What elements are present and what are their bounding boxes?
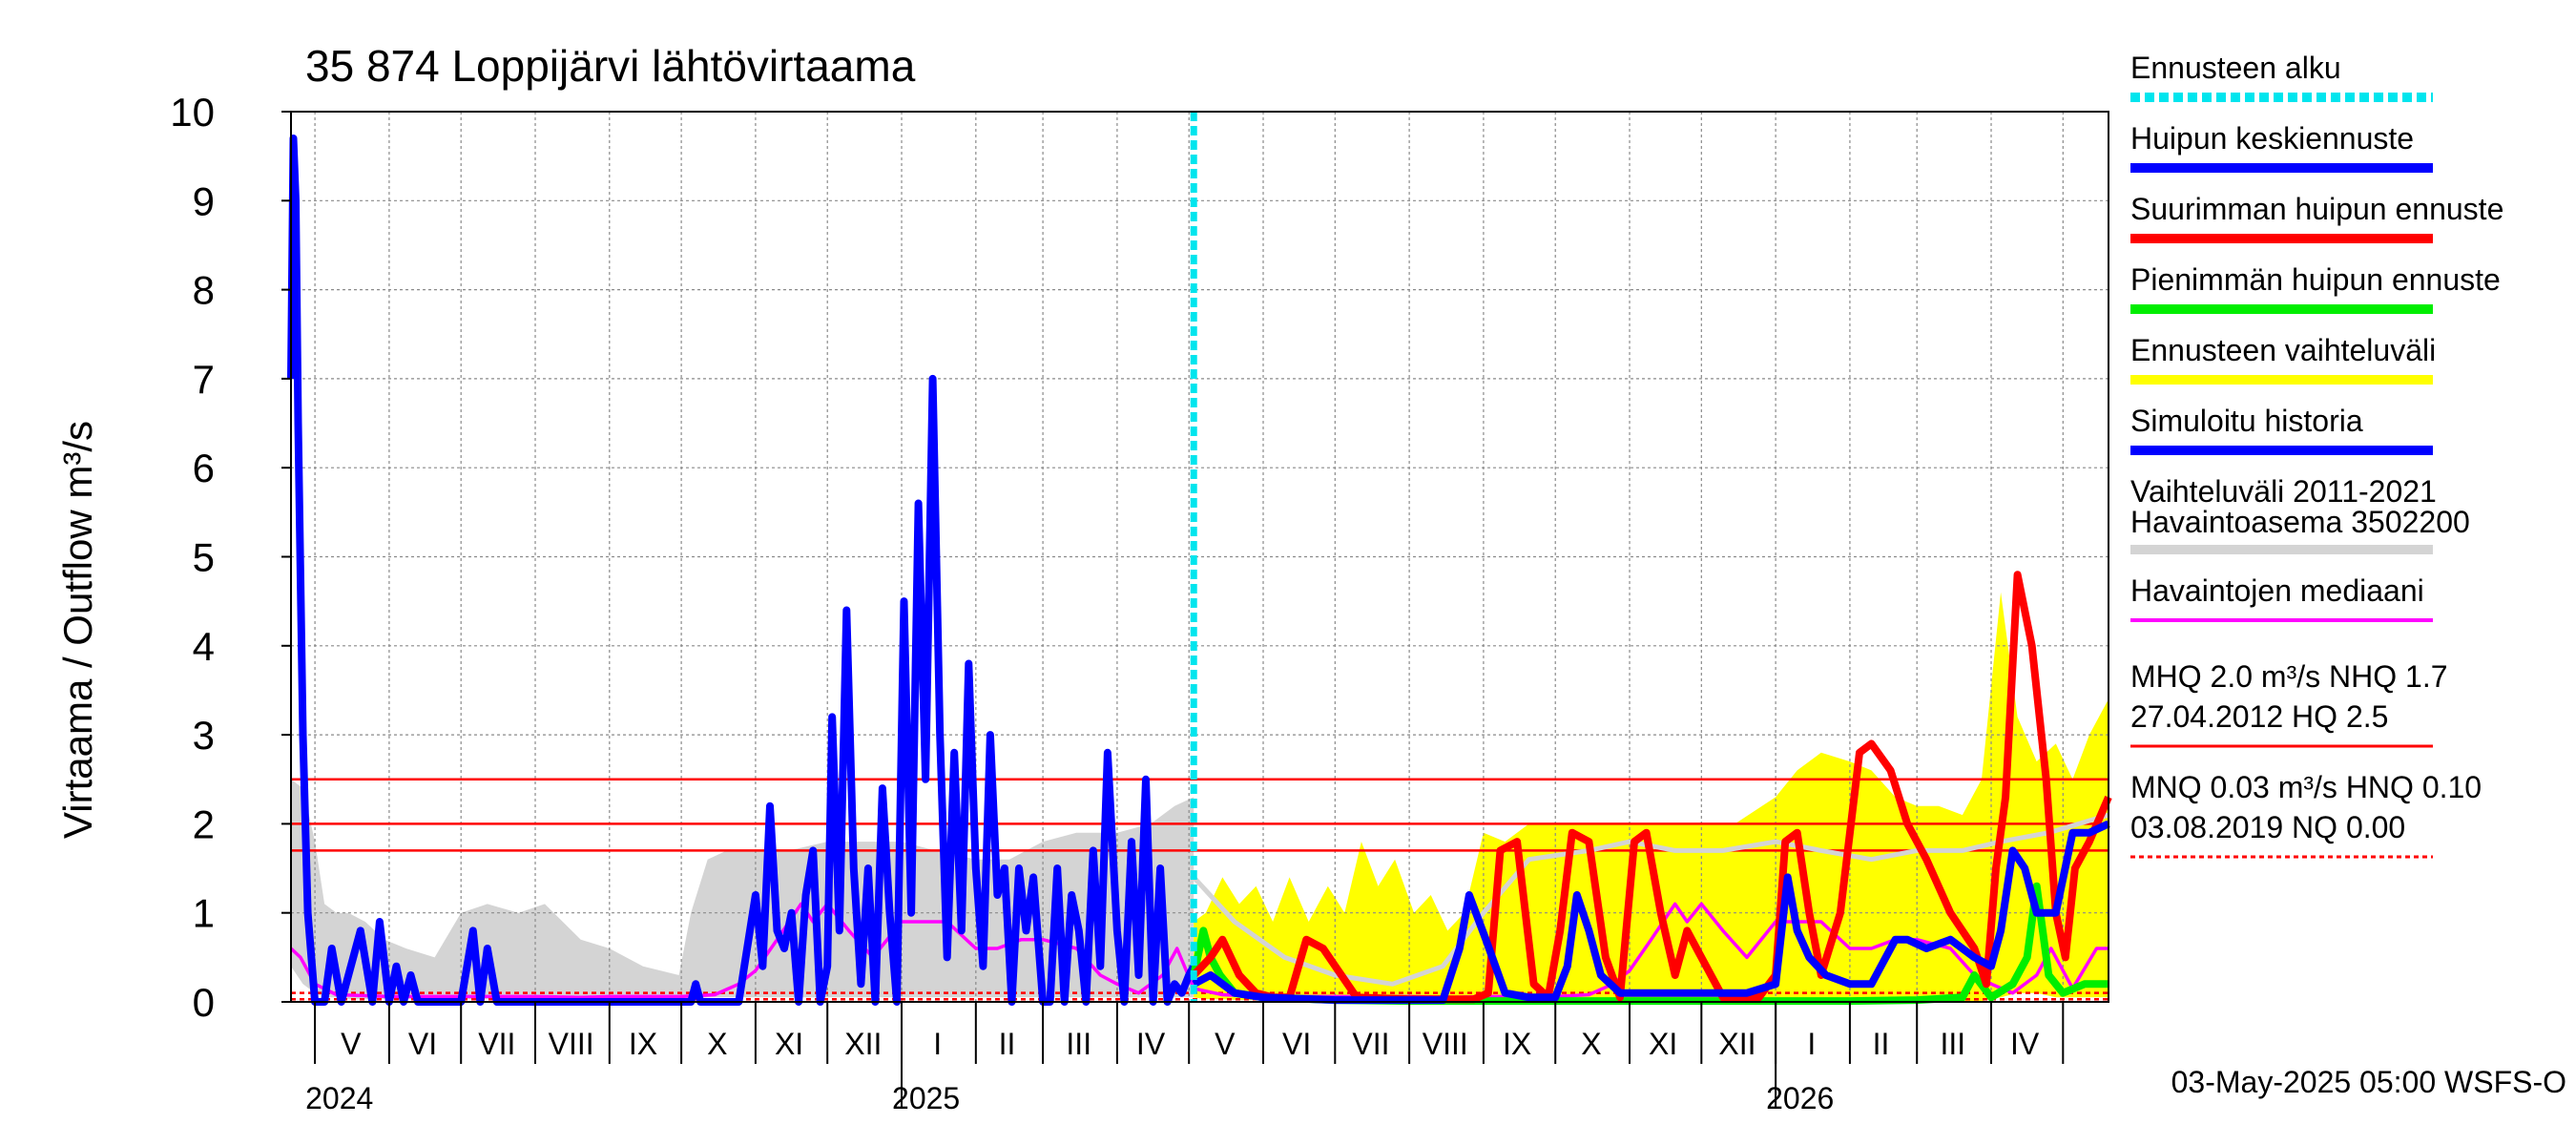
x-month-label-18: XI [1649, 1027, 1677, 1061]
legend-label-3: Pienimmän huipun ennuste [2130, 262, 2501, 297]
x-year-label-1: 2025 [892, 1081, 960, 1115]
legend: Ennusteen alku Huipun keskiennuste Suurimm… [2130, 51, 2503, 622]
legend-label2-6: Havaintoasema 3502200 [2130, 505, 2470, 539]
legend-label-6: Vaihteluväli 2011-2021 [2130, 474, 2437, 509]
x-year-label-0: 2024 [305, 1081, 373, 1115]
y-tick-label-0: 0 [193, 980, 215, 1025]
y-axis-ticks: 0 1 2 3 4 5 6 7 8 9 10 [170, 90, 291, 1025]
x-month-label-15: VIII [1423, 1027, 1468, 1061]
x-month-label-12: V [1215, 1027, 1236, 1061]
x-month-label-0: V [341, 1027, 362, 1061]
y-tick-label-6: 6 [193, 446, 215, 490]
x-month-label-14: VII [1352, 1027, 1389, 1061]
y-axis-label: Virtaama / Outflow m³/s [55, 421, 100, 839]
x-month-label-10: III [1066, 1027, 1091, 1061]
legend-label-0: Ennusteen alku [2130, 51, 2341, 85]
x-month-label-1: VI [408, 1027, 437, 1061]
y-tick-label-9: 9 [193, 178, 215, 223]
stats-mnq-line: MNQ 0.03 m³/s HNQ 0.10 [2130, 770, 2482, 804]
x-month-label-19: XII [1718, 1027, 1755, 1061]
y-tick-label-2: 2 [193, 802, 215, 846]
legend-label-7: Havaintojen mediaani [2130, 573, 2424, 608]
y-tick-label-8: 8 [193, 268, 215, 313]
x-month-label-11: IV [1136, 1027, 1166, 1061]
legend-label-2: Suurimman huipun ennuste [2130, 192, 2503, 226]
y-tick-label-10: 10 [170, 90, 215, 135]
x-year-label-2: 2026 [1766, 1081, 1834, 1115]
x-axis: V VI VII VIII IX X XI XII I II III IV V VI VII VIII IX X X… [305, 1002, 2065, 1115]
stats-hq-line: 27.04.2012 HQ 2.5 [2130, 699, 2388, 734]
x-month-label-9: II [999, 1027, 1016, 1061]
x-month-label-3: VIII [549, 1027, 594, 1061]
x-month-label-4: IX [629, 1027, 657, 1061]
stats-nq-line: 03.08.2019 NQ 0.00 [2130, 810, 2405, 844]
x-month-label-2: VII [478, 1027, 515, 1061]
y-tick-label-5: 5 [193, 535, 215, 580]
legend-label-1: Huipun keskiennuste [2130, 121, 2414, 156]
x-month-label-7: XII [844, 1027, 882, 1061]
statistics-block: MHQ 2.0 m³/s NHQ 1.7 27.04.2012 HQ 2.5 MNQ… [2130, 659, 2482, 859]
flow-chart: 35 874 Loppijärvi lähtövirtaama Virtaama… [55, 41, 2566, 1115]
stats-mhq-line: MHQ 2.0 m³/s NHQ 1.7 [2130, 659, 2448, 694]
x-month-label-16: IX [1503, 1027, 1531, 1061]
x-month-label-20: I [1807, 1027, 1816, 1061]
chart-title: 35 874 Loppijärvi lähtövirtaama [305, 41, 916, 91]
x-month-label-5: X [707, 1027, 727, 1061]
x-month-label-22: III [1941, 1027, 1966, 1061]
x-month-label-23: IV [2010, 1027, 2040, 1061]
legend-label-4: Ennusteen vaihteluväli [2130, 333, 2436, 367]
x-month-label-6: XI [775, 1027, 803, 1061]
y-tick-label-1: 1 [193, 891, 215, 936]
y-tick-label-3: 3 [193, 713, 215, 758]
x-month-label-21: II [1873, 1027, 1890, 1061]
x-month-label-8: I [933, 1027, 942, 1061]
footer-timestamp: 03-May-2025 05:00 WSFS-O [2171, 1065, 2566, 1099]
x-month-label-17: X [1581, 1027, 1601, 1061]
y-tick-label-4: 4 [193, 624, 215, 669]
y-tick-label-7: 7 [193, 357, 215, 402]
legend-label-5: Simuloitu historia [2130, 404, 2363, 438]
x-month-label-13: VI [1282, 1027, 1311, 1061]
